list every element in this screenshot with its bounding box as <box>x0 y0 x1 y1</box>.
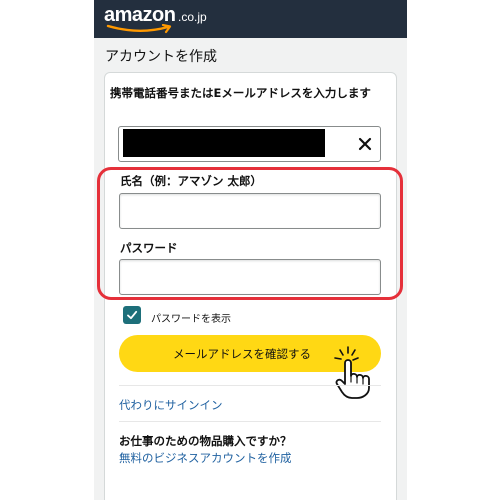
password-label: パスワード <box>120 241 178 255</box>
password-input[interactable] <box>119 259 381 295</box>
name-label: 氏名（例：アマゾン 太郎） <box>120 174 263 188</box>
signin-instead-link[interactable]: 代わりにサインイン <box>119 397 223 413</box>
top-bar: amazon .co.jp <box>94 0 407 38</box>
amazon-logo[interactable]: amazon .co.jp <box>104 2 224 36</box>
show-password-label: パスワードを表示 <box>151 314 231 325</box>
clear-contact-button[interactable] <box>352 130 378 158</box>
contact-label: 携帯電話番号またはEメールアドレスを入力します <box>110 86 371 100</box>
name-input[interactable] <box>119 193 381 229</box>
amazon-smile-icon <box>106 24 172 34</box>
logo-domain-suffix: .co.jp <box>178 10 207 24</box>
check-icon <box>127 310 138 320</box>
divider <box>119 385 381 386</box>
divider <box>119 421 381 422</box>
close-icon <box>358 137 372 151</box>
show-password-checkbox[interactable] <box>123 306 141 324</box>
business-question: お仕事のための物品購入ですか？ <box>119 434 292 448</box>
redacted-contact-value <box>123 129 325 157</box>
verify-email-button-label: メールアドレスを確認する <box>173 347 311 361</box>
pointing-hand-icon <box>334 346 370 399</box>
page-title: アカウントを作成 <box>105 49 217 65</box>
business-account-link[interactable]: 無料のビジネスアカウントを作成 <box>119 450 292 466</box>
